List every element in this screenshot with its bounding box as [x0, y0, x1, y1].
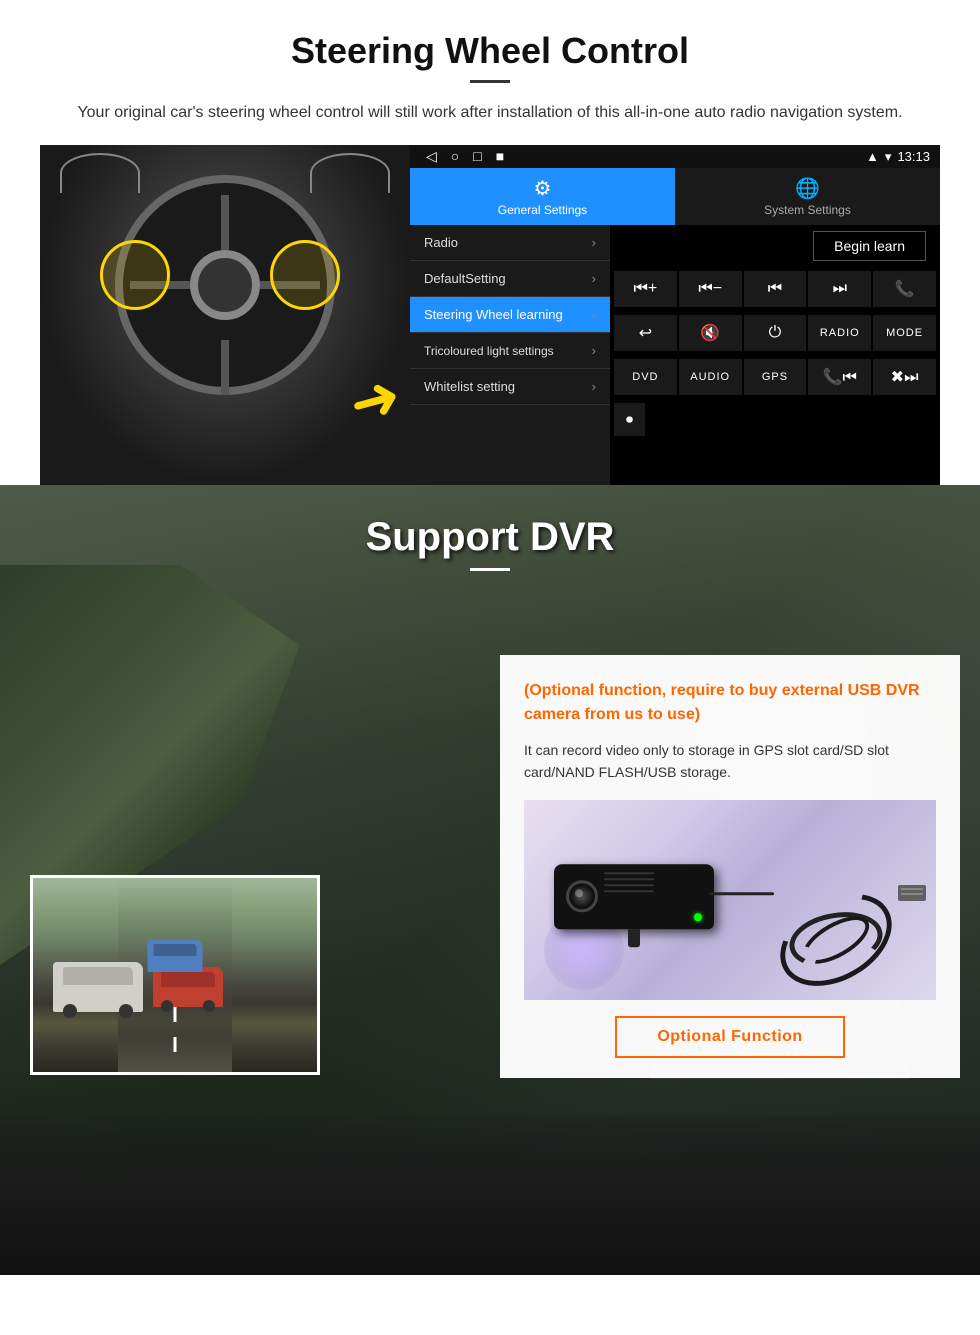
vol-down-button[interactable]: ⏮− — [679, 271, 742, 307]
chevron-right-icon: › — [592, 235, 596, 250]
radio-button[interactable]: RADIO — [808, 315, 871, 351]
menu-item-whitelist[interactable]: Whitelist setting › — [410, 369, 610, 405]
steering-wheel-photo: ➜ — [40, 145, 410, 485]
dvd-button[interactable]: DVD — [614, 359, 677, 395]
signal-icon: ▲ — [866, 149, 879, 164]
title-divider — [470, 80, 510, 83]
steering-content: ➜ ◁ ○ □ ■ ▲ ▾ 13:13 ⚙ General — [40, 145, 940, 485]
menu-list: Radio › DefaultSetting › Steering Wheel … — [410, 225, 610, 485]
dashboard-area — [0, 1115, 980, 1275]
yellow-arrow: ➜ — [342, 360, 409, 441]
steering-section: Steering Wheel Control Your original car… — [0, 0, 980, 485]
dvr-description: It can record video only to storage in G… — [524, 739, 936, 784]
control-row-2: ↩ 🔇 ⏻ RADIO MODE — [610, 311, 940, 355]
vol-up-button[interactable]: ⏮+ — [614, 271, 677, 307]
power-button[interactable]: ⏻ — [744, 315, 807, 351]
dvr-title: Support DVR — [0, 515, 980, 560]
call-button[interactable]: 📞 — [873, 271, 936, 307]
general-settings-icon: ⚙ — [534, 176, 552, 201]
gauge-left — [60, 153, 140, 193]
control-row-4: ⏺ — [610, 399, 940, 440]
steering-subtitle: Your original car's steering wheel contr… — [60, 101, 920, 125]
tab-general[interactable]: ⚙ General Settings — [410, 168, 675, 225]
steering-wheel-bg: ➜ — [40, 145, 410, 485]
hangup-button[interactable]: ↩ — [614, 315, 677, 351]
dvr-title-area: Support DVR — [0, 485, 980, 586]
chevron-right-icon: › — [592, 343, 596, 358]
tab-general-label: General Settings — [498, 203, 587, 217]
dvr-section: Support DVR — [0, 485, 980, 1275]
home-nav[interactable]: ○ — [451, 148, 459, 165]
settings-body: Radio › DefaultSetting › Steering Wheel … — [410, 225, 940, 485]
tab-system[interactable]: 🌐 System Settings — [675, 168, 940, 225]
android-screen: ◁ ○ □ ■ ▲ ▾ 13:13 ⚙ General Settings 🌐 S… — [410, 145, 940, 485]
status-bar: ◁ ○ □ ■ ▲ ▾ 13:13 — [410, 145, 940, 168]
mute-button[interactable]: 🔇 — [679, 315, 742, 351]
menu-item-default[interactable]: DefaultSetting › — [410, 261, 610, 297]
menu-nav[interactable]: ■ — [496, 148, 504, 165]
dvr-info-card: (Optional function, require to buy exter… — [500, 655, 960, 1078]
gauge-right — [310, 153, 390, 193]
chevron-right-icon: › — [592, 271, 596, 286]
nav-buttons: ◁ ○ □ ■ — [420, 148, 504, 165]
dvr-camera-image — [524, 800, 936, 1000]
menu-item-tricolour[interactable]: Tricoloured light settings › — [410, 333, 610, 369]
control-row-3: DVD AUDIO GPS 📞⏮ ✖⏭ — [610, 355, 940, 399]
highlight-right — [270, 240, 340, 310]
menu-label-steering: Steering Wheel learning — [424, 307, 563, 322]
control-panel: Begin learn ⏮+ ⏮− ⏮ ⏭ 📞 ↩ 🔇 ⏻ — [610, 225, 940, 485]
mode-button[interactable]: MODE — [873, 315, 936, 351]
begin-learn-button[interactable]: Begin learn — [813, 231, 926, 261]
menu-label-tricolour: Tricoloured light settings — [424, 344, 554, 358]
chevron-right-icon: › — [592, 379, 596, 394]
wheel-center-hub — [190, 250, 260, 320]
mute-next-button[interactable]: ✖⏭ — [873, 359, 936, 395]
dvr-optional-text: (Optional function, require to buy exter… — [524, 679, 936, 727]
prev-track-button[interactable]: ⏮ — [744, 271, 807, 307]
control-row-1: ⏮+ ⏮− ⏮ ⏭ 📞 — [610, 267, 940, 311]
dvr-icon-button[interactable]: ⏺ — [614, 403, 645, 436]
next-track-button[interactable]: ⏭ — [808, 271, 871, 307]
menu-label-whitelist: Whitelist setting — [424, 379, 515, 394]
spoke-bottom — [221, 340, 229, 395]
system-settings-icon: 🌐 — [795, 176, 820, 201]
menu-item-steering[interactable]: Steering Wheel learning › — [410, 297, 610, 333]
menu-label-radio: Radio — [424, 235, 458, 250]
menu-label-default: DefaultSetting — [424, 271, 506, 286]
back-nav[interactable]: ◁ — [426, 148, 437, 165]
chevron-right-icon: › — [592, 307, 596, 322]
highlight-left — [100, 240, 170, 310]
menu-item-radio[interactable]: Radio › — [410, 225, 610, 261]
optional-function-button[interactable]: Optional Function — [615, 1016, 844, 1058]
begin-learn-row: Begin learn — [610, 225, 940, 267]
audio-button[interactable]: AUDIO — [679, 359, 742, 395]
call-prev-button[interactable]: 📞⏮ — [808, 359, 871, 395]
tab-system-label: System Settings — [764, 203, 851, 217]
recent-nav[interactable]: □ — [473, 148, 481, 165]
gps-button[interactable]: GPS — [744, 359, 807, 395]
dvr-preview-photo — [30, 875, 320, 1075]
wifi-icon: ▾ — [885, 149, 892, 165]
steering-title: Steering Wheel Control — [40, 30, 940, 72]
dvr-title-divider — [470, 568, 510, 571]
settings-tabs: ⚙ General Settings 🌐 System Settings — [410, 168, 940, 225]
spoke-top — [221, 195, 229, 250]
status-time: 13:13 — [897, 149, 930, 164]
